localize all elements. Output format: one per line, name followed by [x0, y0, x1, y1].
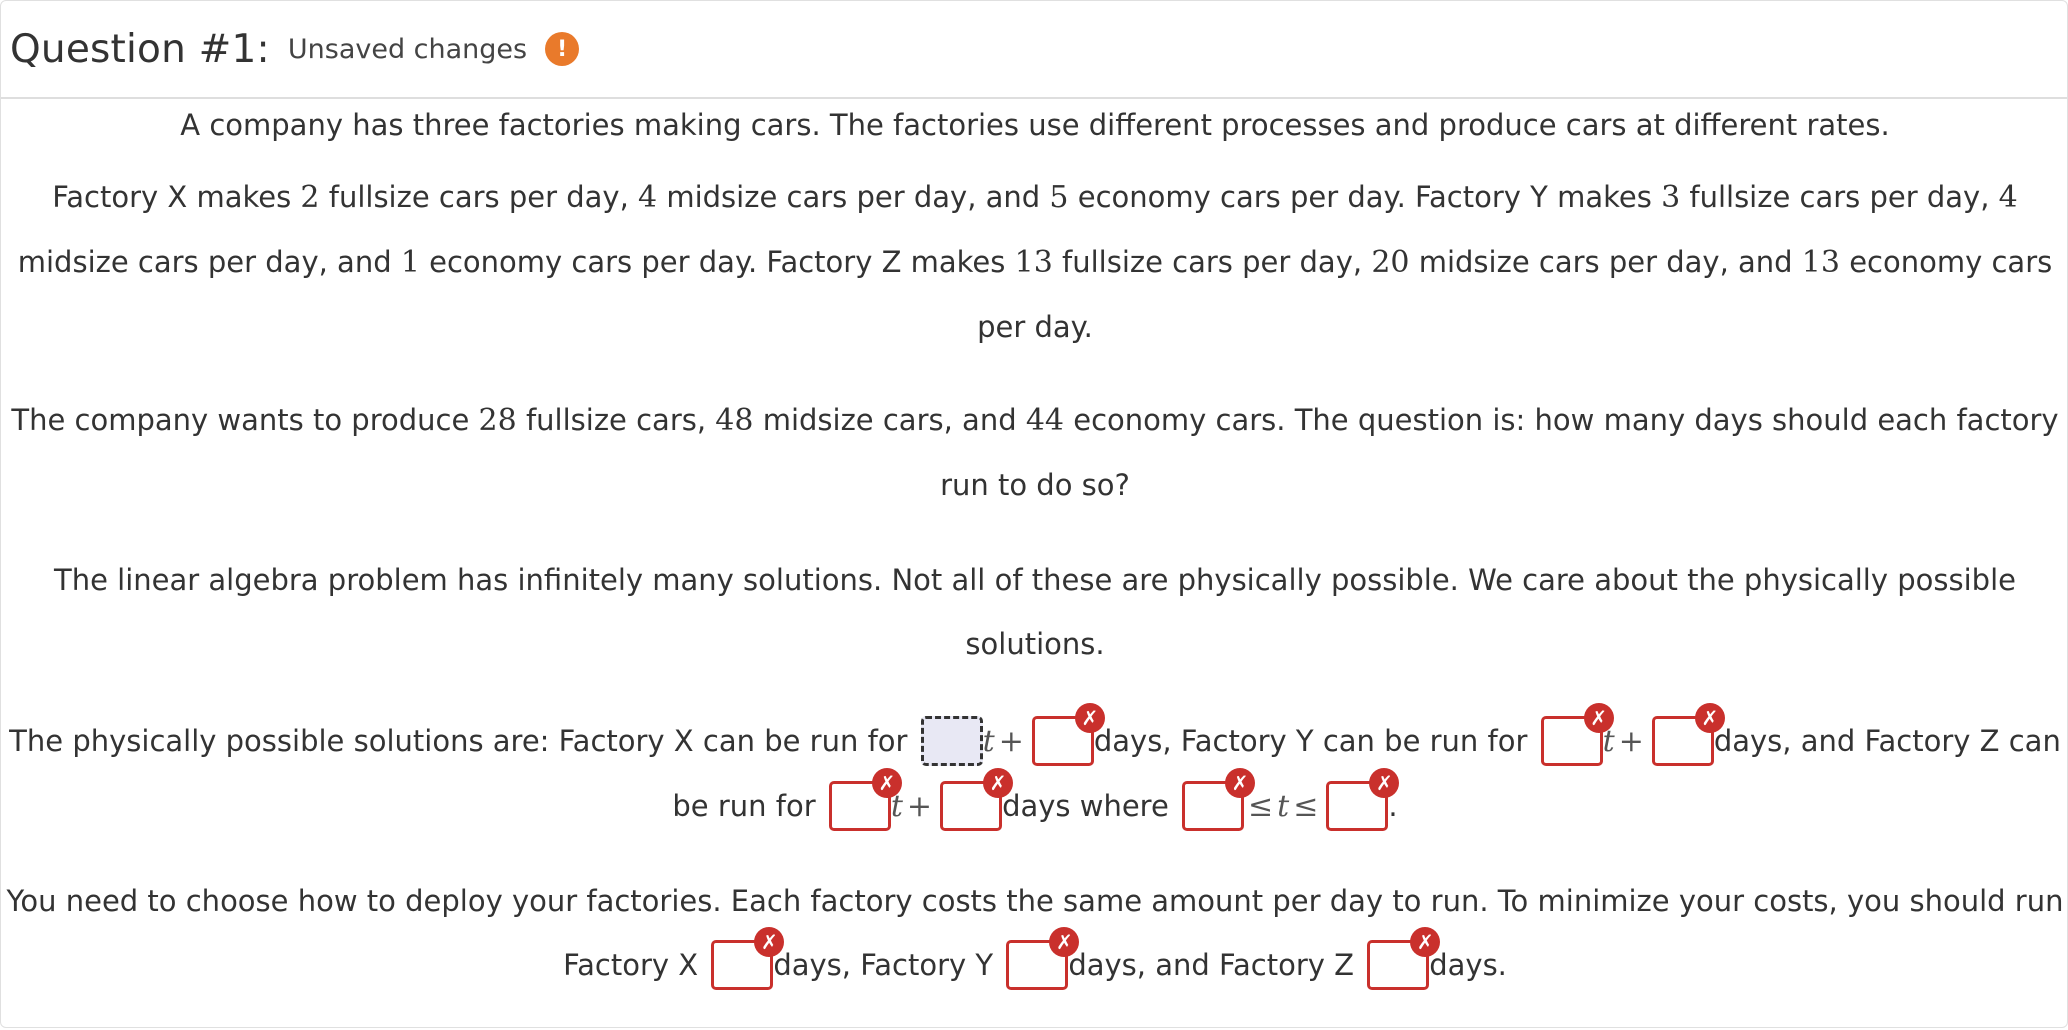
save-status: Unsaved changes: [287, 33, 528, 65]
factory-x-constant-input[interactable]: ✗: [1031, 703, 1105, 766]
goal-paragraph: The company wants to produce 28 fullsize…: [1, 388, 2068, 517]
text: midsize cars per day, and: [1409, 245, 1802, 279]
intro-paragraph: A company has three factories making car…: [180, 108, 1890, 142]
text: days where: [1002, 789, 1179, 823]
number: 5: [1049, 180, 1069, 215]
warning-icon: !: [545, 32, 580, 66]
invalid-icon: ✗: [871, 768, 902, 798]
factory-x-coefficient-input[interactable]: [920, 716, 983, 766]
invalid-icon: ✗: [1583, 703, 1614, 733]
invalid-icon: ✗: [1074, 703, 1105, 733]
text: economy cars per day. Factory Y makes: [1068, 180, 1662, 214]
text: The physically possible solutions are: F…: [9, 724, 917, 758]
text: days.: [1429, 948, 1507, 982]
t-lower-bound-input[interactable]: ✗: [1182, 768, 1256, 831]
variable-t: t: [1277, 789, 1290, 824]
text: economy cars. The question is: how many …: [940, 403, 2059, 502]
number: 44: [1025, 403, 1065, 438]
number: 13: [1801, 245, 1840, 280]
note-paragraph: The linear algebra problem has infinitel…: [54, 563, 2016, 661]
question-card: Question #1: Unsaved changes ! A company…: [0, 0, 2068, 1028]
factory-x-days-input[interactable]: ✗: [711, 927, 785, 990]
text: fullsize cars per day,: [1052, 245, 1372, 279]
question-title: Question #1:: [10, 26, 270, 72]
text: fullsize cars per day,: [319, 180, 639, 214]
number: 48: [715, 403, 754, 438]
question-header: Question #1: Unsaved changes !: [1, 1, 2067, 99]
text: economy cars per day. Factory Z makes: [419, 245, 1015, 279]
rates-paragraph: Factory X makes 2 fullsize cars per day,…: [1, 165, 2068, 359]
number: 1: [400, 245, 420, 280]
text: days, and Factory Z: [1068, 948, 1364, 982]
leq-sign: ≤: [1293, 789, 1319, 824]
invalid-icon: ✗: [983, 768, 1014, 798]
t-upper-bound-input[interactable]: ✗: [1326, 768, 1400, 831]
leq-sign: ≤: [1248, 789, 1274, 824]
number: 13: [1014, 245, 1053, 280]
factory-y-coefficient-input[interactable]: ✗: [1540, 703, 1614, 766]
factory-z-coefficient-input[interactable]: ✗: [828, 768, 902, 831]
factory-z-constant-input[interactable]: ✗: [940, 768, 1014, 831]
text: Factory X makes: [52, 180, 301, 214]
text: midsize cars per day, and: [657, 180, 1050, 214]
text: The company wants to produce: [11, 403, 479, 437]
number: 4: [1998, 180, 2018, 215]
number: 2: [300, 180, 320, 215]
solutions-paragraph: The physically possible solutions are: F…: [1, 703, 2068, 839]
text: midsize cars, and: [753, 403, 1026, 437]
invalid-icon: ✗: [1694, 703, 1725, 733]
text: days, Factory Y: [773, 948, 1003, 982]
deploy-paragraph: You need to choose how to deploy your fa…: [1, 869, 2068, 997]
number: 3: [1661, 180, 1681, 215]
plus-sign: +: [1618, 724, 1644, 759]
text: fullsize cars per day,: [1680, 180, 1999, 214]
text: fullsize cars,: [516, 403, 716, 437]
invalid-icon: ✗: [1225, 768, 1256, 798]
factory-y-days-input[interactable]: ✗: [1006, 927, 1080, 990]
number: 28: [478, 403, 517, 438]
text: midsize cars per day, and: [17, 245, 401, 279]
text: days, Factory Y can be run for: [1093, 724, 1537, 758]
factory-y-constant-input[interactable]: ✗: [1651, 703, 1725, 766]
number: 4: [638, 180, 658, 215]
plus-sign: +: [906, 789, 933, 824]
number: 20: [1371, 245, 1410, 280]
factory-z-days-input[interactable]: ✗: [1367, 927, 1441, 990]
